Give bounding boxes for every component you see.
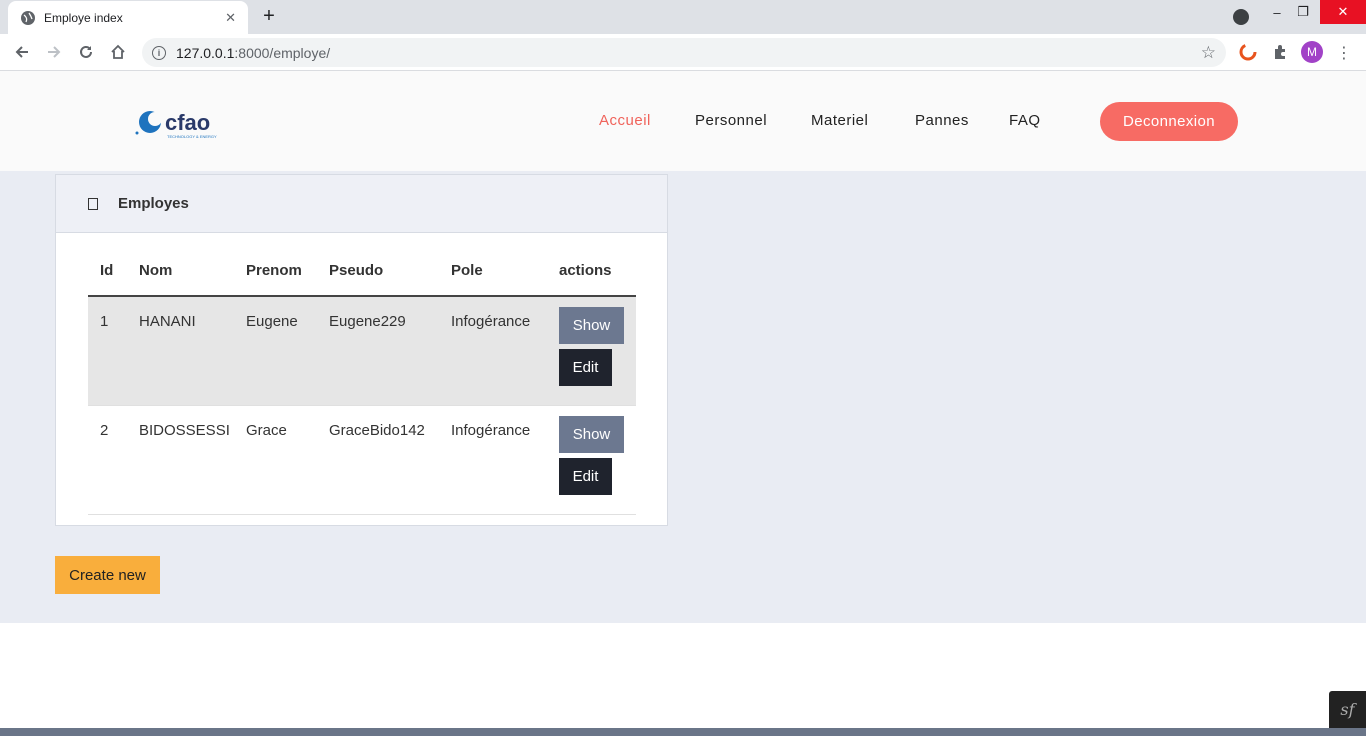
back-icon[interactable]: [11, 41, 33, 63]
svg-text:cfao: cfao: [165, 110, 210, 135]
nav-personnel[interactable]: Personnel: [695, 112, 767, 129]
table-header-row: Id Nom Prenom Pseudo Pole actions: [88, 245, 636, 297]
col-prenom: Prenom: [234, 245, 317, 297]
forward-icon[interactable]: [43, 41, 65, 63]
cell-pole: Infogérance: [439, 296, 547, 406]
logout-button[interactable]: Deconnexion: [1100, 102, 1238, 141]
edit-button[interactable]: Edit: [559, 457, 612, 495]
col-id: Id: [88, 245, 127, 297]
svg-text:TECHNOLOGY & ENERGY: TECHNOLOGY & ENERGY: [167, 134, 217, 139]
edit-button[interactable]: Edit: [559, 349, 612, 386]
url-text: 127.0.0.1:8000/employe/: [176, 44, 331, 61]
tab-search-icon[interactable]: [1233, 9, 1249, 25]
window-restore-button[interactable]: ❐: [1286, 0, 1320, 24]
show-button[interactable]: Show: [559, 415, 624, 453]
extension-icon[interactable]: [1238, 42, 1258, 62]
site-header: cfao TECHNOLOGY & ENERGY Accueil Personn…: [0, 71, 1366, 171]
cell-pseudo: GraceBido142: [317, 405, 439, 515]
cell-actions: Show Edit: [547, 405, 636, 515]
cell-pseudo: Eugene229: [317, 296, 439, 406]
employees-card: Employes Id Nom Prenom Pseudo Pole actio…: [55, 174, 668, 526]
reload-icon[interactable]: [75, 41, 97, 63]
nav-materiel[interactable]: Materiel: [811, 112, 868, 129]
cell-pole: Infogérance: [439, 405, 547, 515]
tab-title: Employe index: [44, 10, 123, 25]
os-taskbar: [0, 728, 1366, 736]
cell-prenom: Eugene: [234, 296, 317, 406]
card-header: Employes: [56, 175, 667, 233]
bookmark-star-icon[interactable]: ☆: [1201, 43, 1216, 63]
cfao-logo[interactable]: cfao TECHNOLOGY & ENERGY: [134, 107, 224, 139]
col-pseudo: Pseudo: [317, 245, 439, 297]
cell-nom: HANANI: [127, 296, 234, 406]
cell-id: 1: [88, 296, 127, 406]
browser-tab-bar: Employe index ✕ + – ❐ ✕: [0, 0, 1366, 34]
site-info-icon[interactable]: i: [152, 45, 166, 60]
new-tab-button[interactable]: +: [258, 6, 280, 28]
cell-id: 2: [88, 405, 127, 515]
card-title: Employes: [118, 195, 189, 212]
symfony-toolbar-icon[interactable]: sf: [1329, 691, 1366, 728]
nav-accueil[interactable]: Accueil: [599, 112, 651, 129]
page: cfao TECHNOLOGY & ENERGY Accueil Personn…: [0, 71, 1366, 736]
window-close-button[interactable]: ✕: [1320, 0, 1366, 24]
nav-pannes[interactable]: Pannes: [915, 112, 969, 129]
nav-faq[interactable]: FAQ: [1009, 112, 1041, 129]
employees-table: Id Nom Prenom Pseudo Pole actions 1 HANA…: [88, 245, 636, 515]
globe-icon: [20, 10, 36, 26]
address-bar[interactable]: i 127.0.0.1:8000/employe/ ☆: [142, 38, 1226, 67]
table-row: 1 HANANI Eugene Eugene229 Infogérance Sh…: [88, 296, 636, 406]
cell-prenom: Grace: [234, 405, 317, 515]
home-icon[interactable]: [107, 41, 129, 63]
show-button[interactable]: Show: [559, 307, 624, 344]
browser-toolbar: i 127.0.0.1:8000/employe/ ☆: [0, 34, 1366, 71]
tab-close-icon[interactable]: ✕: [225, 10, 236, 26]
puzzle-icon[interactable]: [1270, 42, 1290, 62]
create-new-button[interactable]: Create new: [55, 556, 160, 594]
table-icon: [88, 197, 98, 210]
col-nom: Nom: [127, 245, 234, 297]
cell-actions: Show Edit: [547, 296, 636, 406]
table-row: 2 BIDOSSESSI Grace GraceBido142 Infogéra…: [88, 405, 636, 515]
browser-menu-icon[interactable]: ⋮: [1336, 43, 1352, 63]
col-actions: actions: [547, 245, 636, 297]
profile-avatar[interactable]: M: [1301, 41, 1323, 63]
col-pole: Pole: [439, 245, 547, 297]
browser-tab[interactable]: Employe index ✕: [8, 1, 248, 34]
cell-nom: BIDOSSESSI: [127, 405, 234, 515]
